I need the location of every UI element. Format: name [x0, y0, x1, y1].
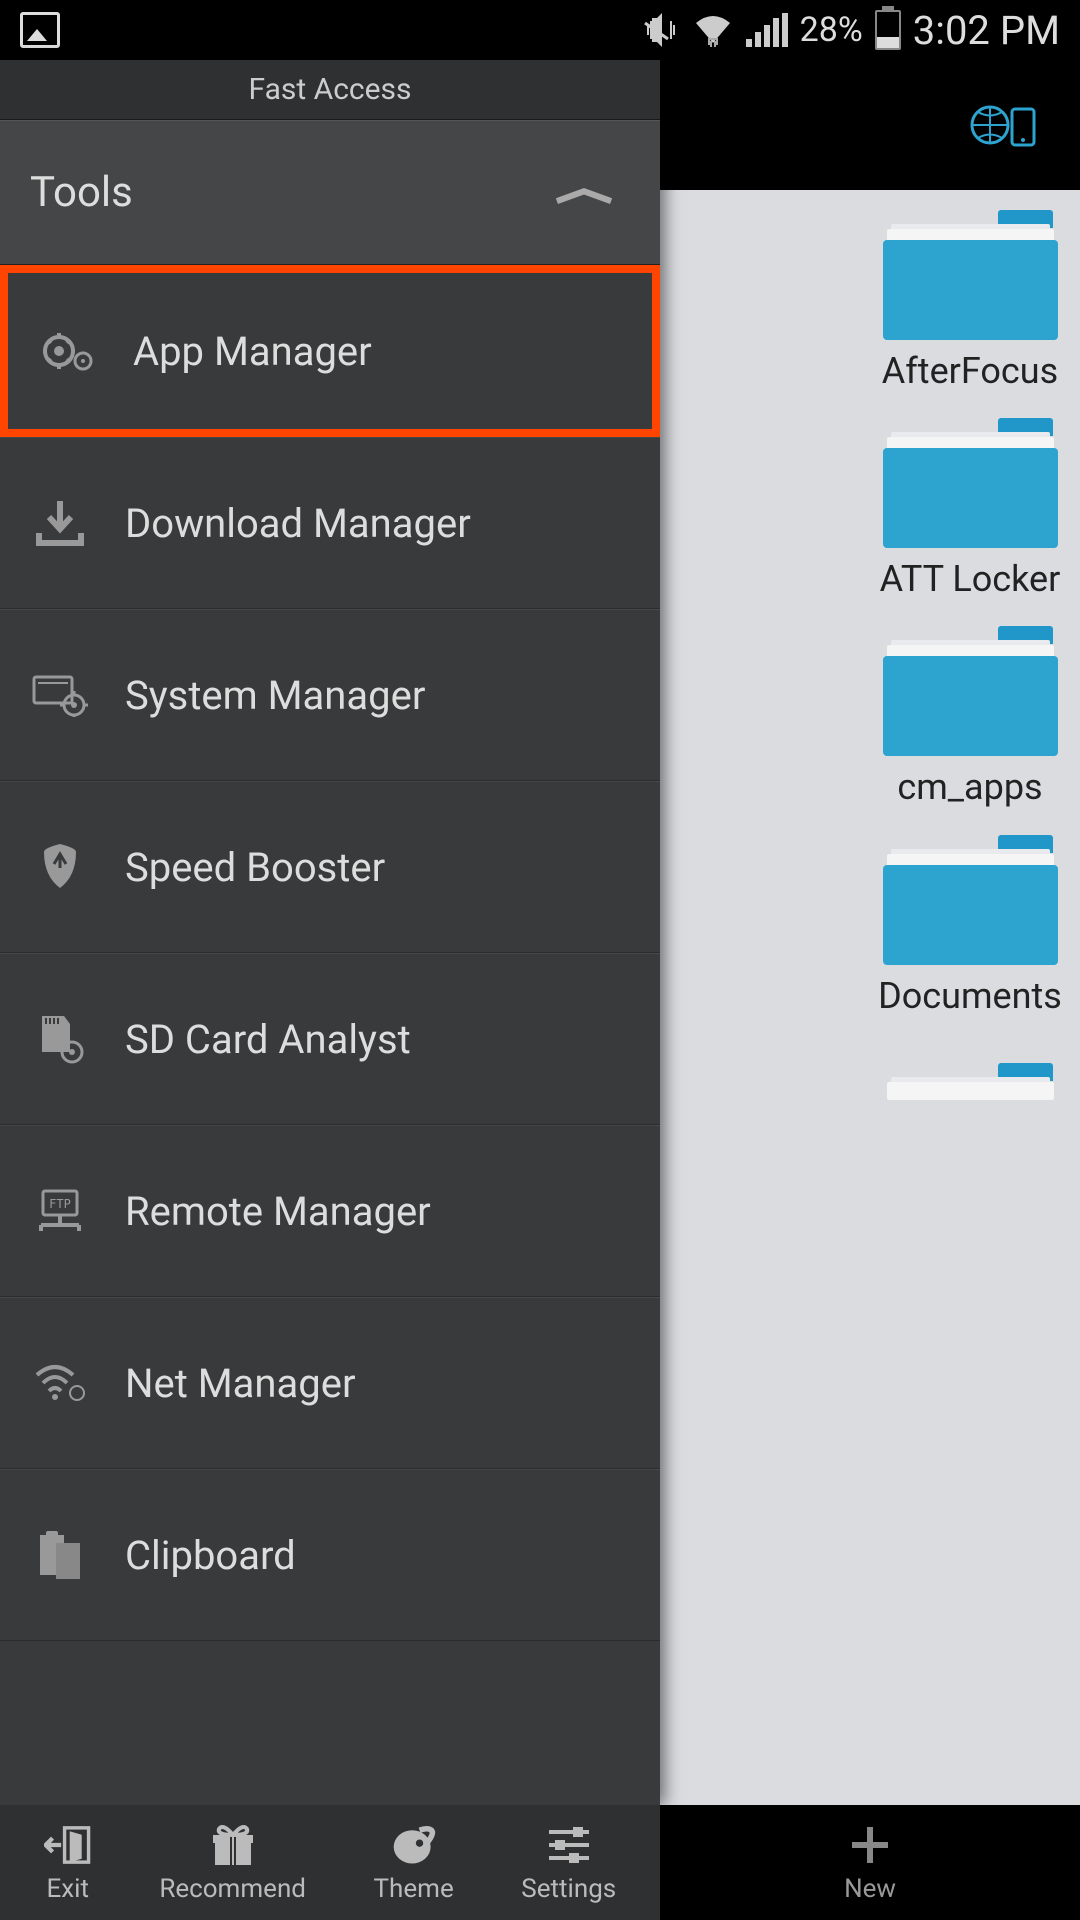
sd-card-icon	[30, 1009, 90, 1069]
photo-indicator-icon	[20, 12, 60, 48]
fast-access-drawer: Fast Access Tools App Manager	[0, 60, 660, 1805]
sliders-icon	[545, 1821, 593, 1869]
clipboard-icon	[30, 1525, 90, 1585]
menu-label: SD Card Analyst	[125, 1016, 411, 1063]
gift-icon	[209, 1821, 257, 1869]
menu-label: Download Manager	[125, 500, 471, 547]
menu-item-speed-booster[interactable]: Speed Booster	[0, 781, 660, 953]
battery-percent: 28%	[800, 10, 863, 50]
menu-label: Speed Booster	[125, 844, 385, 891]
recommend-button[interactable]: Recommend	[159, 1821, 306, 1904]
svg-text:FTP: FTP	[49, 1197, 71, 1211]
exit-button[interactable]: Exit	[44, 1821, 92, 1904]
download-icon	[30, 493, 90, 553]
menu-item-remote-manager[interactable]: FTP Remote Manager	[0, 1125, 660, 1297]
menu-item-app-manager[interactable]: App Manager	[0, 265, 660, 437]
folder-afterfocus[interactable]: AfterFocus	[860, 210, 1080, 393]
menu-label: System Manager	[125, 672, 425, 719]
bottom-bar: Exit Recommend Theme	[0, 1805, 1080, 1920]
palette-icon	[390, 1821, 438, 1869]
plus-icon	[846, 1821, 894, 1869]
ftp-icon: FTP	[30, 1181, 90, 1241]
button-label: Theme	[374, 1874, 454, 1904]
folder-icon	[883, 626, 1058, 756]
folder-icon	[883, 210, 1058, 340]
drawer-title: Fast Access	[0, 60, 660, 120]
status-time: 3:02 PM	[913, 7, 1060, 54]
system-icon	[30, 665, 90, 725]
menu-item-sd-card-analyst[interactable]: SD Card Analyst	[0, 953, 660, 1125]
menu-item-download-manager[interactable]: Download Manager	[0, 437, 660, 609]
button-label: Recommend	[159, 1874, 306, 1904]
wifi-gear-icon	[30, 1353, 90, 1413]
status-bar: 28% 3:02 PM	[0, 0, 1080, 60]
network-device-icon[interactable]	[970, 97, 1040, 153]
gear-app-icon	[38, 321, 98, 381]
exit-icon	[44, 1821, 92, 1869]
folder-icon	[883, 835, 1058, 965]
menu-label: App Manager	[133, 328, 372, 375]
folder-icon	[883, 1063, 1058, 1193]
battery-icon	[875, 10, 901, 50]
signal-icon	[746, 13, 788, 47]
section-label: Tools	[30, 168, 133, 217]
menu-label: Remote Manager	[125, 1188, 431, 1235]
button-label: New	[844, 1874, 896, 1904]
new-button[interactable]: New	[844, 1821, 896, 1904]
folder-item[interactable]	[860, 1043, 1080, 1203]
menu-item-net-manager[interactable]: Net Manager	[0, 1297, 660, 1469]
menu-label: Clipboard	[125, 1532, 296, 1579]
shield-icon	[30, 837, 90, 897]
button-label: Exit	[47, 1874, 90, 1904]
menu-label: Net Manager	[125, 1360, 356, 1407]
theme-button[interactable]: Theme	[374, 1821, 454, 1904]
folder-documents[interactable]: Documents	[860, 835, 1080, 1018]
menu-item-clipboard[interactable]: Clipboard	[0, 1469, 660, 1641]
folder-cm-apps[interactable]: cm_apps	[860, 626, 1080, 809]
menu-item-system-manager[interactable]: System Manager	[0, 609, 660, 781]
vibrate-icon	[640, 13, 680, 47]
folder-att-locker[interactable]: ATT Locker	[860, 418, 1080, 601]
wifi-icon	[692, 13, 734, 47]
folder-icon	[883, 418, 1058, 548]
button-label: Settings	[521, 1874, 616, 1904]
settings-button[interactable]: Settings	[521, 1821, 616, 1904]
tools-section-header[interactable]: Tools	[0, 120, 660, 265]
